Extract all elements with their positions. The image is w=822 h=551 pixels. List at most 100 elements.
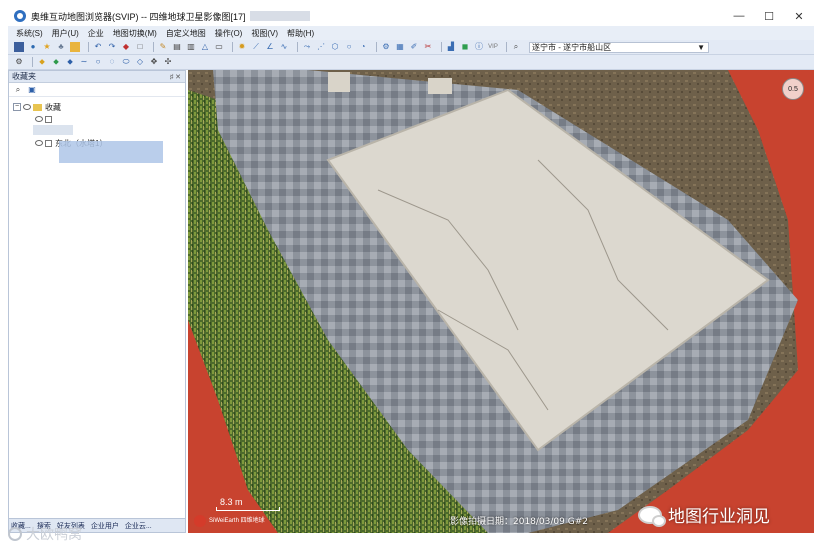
filter-icon[interactable]: ▣ bbox=[27, 85, 37, 95]
triangle-icon[interactable]: △ bbox=[200, 42, 210, 52]
pin-green-icon[interactable]: ⬥ bbox=[51, 57, 61, 67]
ruler-icon[interactable]: ▥ bbox=[186, 42, 196, 52]
watermark-right-text: 地图行业洞见 bbox=[668, 507, 770, 527]
location-field[interactable]: 遂宁市 - 遂宁市船山区 ▼ bbox=[529, 41, 709, 53]
map-view[interactable]: 0.5 8.3 m SiWeiEarth 四维地球 影像拍摄日期：2018/03… bbox=[188, 70, 814, 533]
menu-system[interactable]: 系统(S) bbox=[16, 28, 43, 39]
watermark-right: 地图行业洞见 bbox=[638, 502, 770, 527]
menu-enterprise[interactable]: 企业 bbox=[88, 28, 104, 39]
undo-icon[interactable]: ↶ bbox=[93, 42, 103, 52]
maximize-button[interactable]: ☐ bbox=[754, 6, 784, 26]
tab-enterprise-users[interactable]: 企业用户 bbox=[91, 521, 119, 531]
save-icon[interactable] bbox=[14, 42, 24, 52]
scale-label: 8.3 m bbox=[220, 497, 243, 507]
polygon-icon[interactable]: ⬡ bbox=[330, 42, 340, 52]
map-layers-icon[interactable]: ◼ bbox=[460, 42, 470, 52]
map-provider-logo: SiWeiEarth 四维地球 bbox=[194, 515, 265, 527]
toolbar-separator bbox=[32, 57, 33, 67]
draw-toolbar: ⚙ ⬥ ⬥ ⬥ ∼ ○ ◌ ⬭ ◇ ✥ ✣ bbox=[8, 55, 814, 70]
visibility-icon[interactable] bbox=[35, 140, 43, 146]
pen-icon[interactable]: ✐ bbox=[409, 42, 419, 52]
scale-line bbox=[216, 507, 280, 511]
sun-icon[interactable]: ✹ bbox=[237, 42, 247, 52]
watermark-logo-icon bbox=[8, 527, 22, 541]
circle-outline-icon[interactable]: ○ bbox=[93, 57, 103, 67]
wechat-icon bbox=[638, 505, 666, 527]
menu-custom-map[interactable]: 自定义地图 bbox=[166, 28, 206, 39]
path-icon[interactable]: ⤳ bbox=[302, 42, 312, 52]
tab-enterprise-cloud[interactable]: 企业云... bbox=[125, 521, 152, 531]
scale-bar: 8.3 m bbox=[216, 497, 280, 511]
arc-icon[interactable]: ◔ bbox=[358, 42, 368, 52]
toolbar-separator bbox=[88, 42, 89, 52]
checkbox[interactable] bbox=[45, 115, 52, 123]
close-button[interactable]: ✕ bbox=[784, 6, 814, 26]
move-icon[interactable]: ✥ bbox=[149, 57, 159, 67]
marker-icon[interactable]: ◆ bbox=[121, 42, 131, 52]
folder-icon bbox=[33, 103, 42, 111]
window-title: 奥维互动地图浏览器(SVIP) -- 四维地球卫星影像图[17] bbox=[31, 11, 246, 22]
line-icon[interactable]: ⟋ bbox=[251, 42, 261, 52]
redo-icon[interactable]: ↷ bbox=[107, 42, 117, 52]
chart-icon[interactable]: ▟ bbox=[446, 42, 456, 52]
diamond-icon[interactable]: ◇ bbox=[135, 57, 145, 67]
compass-icon[interactable]: 0.5 bbox=[782, 78, 804, 100]
user-icon[interactable]: ● bbox=[28, 42, 38, 52]
toolbar-separator bbox=[506, 42, 507, 52]
info-icon[interactable]: ⓘ bbox=[474, 42, 484, 52]
screen-icon[interactable]: ▭ bbox=[214, 42, 224, 52]
toolbar-separator bbox=[153, 42, 154, 52]
panel-pin-close[interactable]: ♯ ✕ bbox=[170, 73, 181, 81]
polyline-icon[interactable]: ⋰ bbox=[316, 42, 326, 52]
tree-root[interactable]: − 收藏 bbox=[9, 101, 185, 113]
layer-icon[interactable] bbox=[70, 42, 80, 52]
angle-icon[interactable]: ∠ bbox=[265, 42, 275, 52]
circle-icon[interactable]: ○ bbox=[344, 42, 354, 52]
ellipse-icon[interactable]: ⬭ bbox=[121, 57, 131, 67]
title-redaction bbox=[249, 11, 310, 21]
title-bar: 奥维互动地图浏览器(SVIP) -- 四维地球卫星影像图[17] — ☐ ✕ bbox=[8, 6, 814, 26]
toolbar-separator bbox=[297, 42, 298, 52]
search-icon[interactable]: ⌕ bbox=[13, 85, 23, 95]
satellite-image bbox=[188, 70, 814, 533]
pin-yellow-icon[interactable]: ⬥ bbox=[37, 57, 47, 67]
redaction-block bbox=[33, 125, 73, 135]
wave-icon[interactable]: ∼ bbox=[79, 57, 89, 67]
menu-user[interactable]: 用户(U) bbox=[52, 28, 79, 39]
edit-icon[interactable]: ✎ bbox=[158, 42, 168, 52]
grid-icon[interactable]: ▦ bbox=[395, 42, 405, 52]
toolbar-separator bbox=[376, 42, 377, 52]
siwei-logo-icon bbox=[194, 515, 206, 527]
favorites-panel: 收藏夹 ♯ ✕ ⌕ ▣ − 收藏 东北（水塔1） 收藏... 搜索 bbox=[8, 70, 186, 533]
collapse-icon[interactable]: − bbox=[13, 103, 21, 111]
tree-root-label: 收藏 bbox=[45, 102, 61, 112]
menu-help[interactable]: 帮助(H) bbox=[287, 28, 314, 39]
chevron-down-icon[interactable]: ▼ bbox=[697, 43, 705, 52]
ring-icon[interactable]: ◌ bbox=[107, 57, 117, 67]
menu-map-switch[interactable]: 地图切换(M) bbox=[113, 28, 157, 39]
gear-icon[interactable]: ⚙ bbox=[14, 57, 24, 67]
menu-operation[interactable]: 操作(O) bbox=[215, 28, 243, 39]
network-icon[interactable]: ✣ bbox=[163, 57, 173, 67]
scissors-icon[interactable]: ✂ bbox=[423, 42, 433, 52]
panel-title: 收藏夹 bbox=[12, 72, 36, 81]
group-icon[interactable]: ♣ bbox=[56, 42, 66, 52]
table-icon[interactable]: ▤ bbox=[172, 42, 182, 52]
capture-date: 影像拍摄日期：2018/03/09 G#2 bbox=[450, 517, 588, 527]
checkbox[interactable] bbox=[45, 139, 52, 147]
visibility-icon[interactable] bbox=[35, 116, 43, 122]
rectangle-icon[interactable]: □ bbox=[135, 42, 145, 52]
pin-blue-icon[interactable]: ⬥ bbox=[65, 57, 75, 67]
settings-icon[interactable]: ⚙ bbox=[381, 42, 391, 52]
favorites-tree: − 收藏 东北（水塔1） bbox=[9, 97, 185, 163]
map-logo-text: SiWeiEarth 四维地球 bbox=[209, 517, 265, 524]
menu-view[interactable]: 视图(V) bbox=[251, 28, 278, 39]
watermark-left-text: 大欧鸭窝 bbox=[26, 527, 82, 543]
search-icon[interactable]: ⌕ bbox=[511, 42, 521, 52]
minimize-button[interactable]: — bbox=[724, 6, 754, 26]
tree-item-redacted-1[interactable] bbox=[9, 113, 185, 125]
visibility-icon[interactable] bbox=[23, 104, 31, 110]
curve-icon[interactable]: ∿ bbox=[279, 42, 289, 52]
vip-icon[interactable]: VIP bbox=[488, 42, 498, 52]
star-icon[interactable]: ★ bbox=[42, 42, 52, 52]
